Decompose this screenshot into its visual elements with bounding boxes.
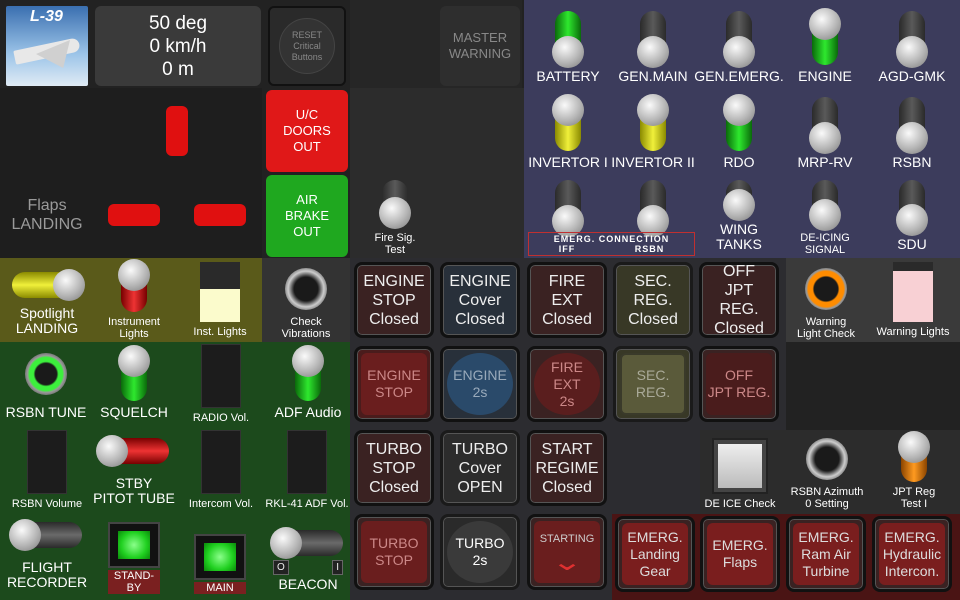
off-jpt-reg-button[interactable]: OFF JPT REG. (699, 346, 779, 422)
flaps-indicator-right (194, 204, 246, 226)
battery-switch[interactable]: BATTERY (526, 10, 610, 84)
emerg-flaps-button[interactable]: EMERG. Flaps (700, 516, 780, 592)
flight-recorder-switch[interactable]: FLIGHT RECORDER (4, 518, 90, 590)
speed-readout: 0 km/h (149, 35, 207, 57)
invertor-2-switch[interactable]: INVERTOR II (610, 94, 696, 170)
beacon-on-label: I (332, 560, 343, 575)
emerg-iff-switch[interactable] (526, 180, 610, 237)
main-label: MAIN (194, 582, 246, 594)
inst-lights-slider[interactable]: Inst. Lights (180, 262, 260, 338)
chevron-down-icon: ⌄ (550, 549, 584, 576)
uc-doors-button[interactable]: U/C DOORS OUT (266, 90, 348, 172)
reset-label: RESET (291, 29, 322, 40)
wing-tanks-switch[interactable]: WING TANKS (696, 180, 782, 252)
instrument-lights-switch[interactable]: Instrument Lights (94, 259, 174, 340)
rsbn-volume-slider[interactable]: RSBN Volume (4, 428, 90, 510)
fire-sig-test-switch[interactable]: Fire Sig. Test (360, 180, 430, 256)
engine-stop-button[interactable]: ENGINE STOP (354, 346, 434, 422)
fire-ext-2s-button[interactable]: FIRE EXT 2s (527, 346, 607, 422)
reset-critical-button[interactable]: RESET Critical Buttons (268, 6, 346, 86)
rsbn-azimuth-button[interactable]: RSBN Azimuth 0 Setting (784, 434, 870, 510)
squelch-switch[interactable]: SQUELCH (92, 345, 176, 420)
engine-2s-button[interactable]: ENGINE 2s (440, 346, 520, 422)
gen-emerg-switch[interactable]: GEN.EMERG. (694, 10, 784, 84)
stby-pitot-switch[interactable]: STBY PITOT TUBE (92, 434, 176, 506)
flaps-indicator-up (166, 106, 188, 156)
stand-by-button[interactable]: STAND-BY (94, 520, 174, 594)
rsbn-tune-button[interactable]: RSBN TUNE (4, 350, 88, 420)
adf-audio-switch[interactable]: ADF Audio (266, 345, 350, 420)
de-icing-signal-switch[interactable]: DE-ICING SIGNAL (782, 180, 868, 256)
turbo-stop-button[interactable]: TURBO STOP (354, 514, 434, 590)
invertor-1-switch[interactable]: INVERTOR I (526, 94, 610, 170)
mrp-rv-switch[interactable]: MRP-RV (782, 96, 868, 170)
status-readout: 50 deg 0 km/h 0 m (95, 6, 261, 86)
air-brake-button[interactable]: AIR BRAKE OUT (266, 175, 348, 257)
radio-volume-slider[interactable]: RADIO Vol. (180, 344, 262, 424)
starting-button[interactable]: STARTING ⌄ (527, 514, 607, 590)
flaps-indicator-left (108, 204, 160, 226)
altitude-readout: 0 m (162, 58, 194, 80)
master-warning-button[interactable]: MASTER WARNING (440, 6, 520, 86)
check-vibrations-button[interactable]: Check Vibrations (264, 264, 348, 340)
agd-gmk-switch[interactable]: AGD-GMK (868, 10, 956, 84)
gen-main-switch[interactable]: GEN.MAIN (610, 10, 696, 84)
sdu-switch[interactable]: SDU (868, 180, 956, 252)
start-regime-closed-button[interactable]: START REGIME Closed (527, 430, 607, 506)
fire-sig-toggle[interactable] (379, 180, 411, 229)
rkl-adf-volume-slider[interactable]: RKL-41 ADF Vol. (264, 428, 350, 510)
master-warning-label-2: WARNING (448, 46, 512, 61)
turbo-stop-closed-button[interactable]: TURBO STOP Closed (354, 430, 434, 506)
master-warning-label: MASTER (452, 30, 508, 45)
off-jpt-reg-closed-button[interactable]: OFF JPT REG. Closed (699, 262, 779, 338)
main-button[interactable]: MAIN (180, 520, 260, 594)
emerg-rsbn-switch[interactable] (610, 180, 696, 237)
engine-stop-closed-button[interactable]: ENGINE STOP Closed (354, 262, 434, 338)
fire-ext-closed-button[interactable]: FIRE EXT Closed (527, 262, 607, 338)
jpt-reg-test-switch[interactable]: JPT Reg Test I (872, 431, 956, 510)
beacon-off-label: O (273, 560, 289, 575)
flaps-label: Flaps LANDING (11, 197, 83, 233)
de-ice-check-button[interactable]: DE ICE Check (702, 434, 778, 510)
turbo-cover-open-button[interactable]: TURBO Cover OPEN (440, 430, 520, 506)
logo-image: L-39 (6, 6, 88, 86)
turbo-2s-button[interactable]: TURBO 2s (440, 514, 520, 590)
reset-label-3: Buttons (291, 51, 323, 62)
sec-reg-button[interactable]: SEC. REG. (613, 346, 693, 422)
sec-reg-closed-button[interactable]: SEC. REG. Closed (613, 262, 693, 338)
spotlight-landing-switch[interactable]: Spotlight LANDING (6, 262, 88, 336)
intercom-volume-slider[interactable]: Intercom Vol. (180, 428, 262, 510)
stand-by-label: STAND-BY (108, 570, 160, 594)
emerg-landing-gear-button[interactable]: EMERG. Landing Gear (615, 516, 695, 592)
warning-light-check-button[interactable]: Warning Light Check (788, 264, 864, 340)
emerg-hydraulic-intercon-button[interactable]: EMERG. Hydraulic Intercon. (872, 516, 952, 592)
beacon-switch[interactable]: O I BEACON (268, 518, 348, 592)
pitch-readout: 50 deg (148, 12, 208, 34)
warning-lights-level (893, 271, 933, 322)
logo-text: L-39 (30, 8, 63, 25)
engine-cover-closed-button[interactable]: ENGINE Cover Closed (440, 262, 520, 338)
warning-lights-slider[interactable]: Warning Lights (870, 262, 956, 338)
inst-lights-level (200, 289, 240, 322)
rsbn-switch[interactable]: RSBN (868, 96, 956, 170)
rdo-switch[interactable]: RDO (696, 94, 782, 170)
reset-label-2: Critical (293, 40, 321, 51)
emerg-ram-air-turbine-button[interactable]: EMERG. Ram Air Turbine (786, 516, 866, 592)
emerg-connection-label: EMERG. CONNECTION IFF RSBN (528, 232, 695, 256)
engine-switch[interactable]: ENGINE (782, 8, 868, 84)
